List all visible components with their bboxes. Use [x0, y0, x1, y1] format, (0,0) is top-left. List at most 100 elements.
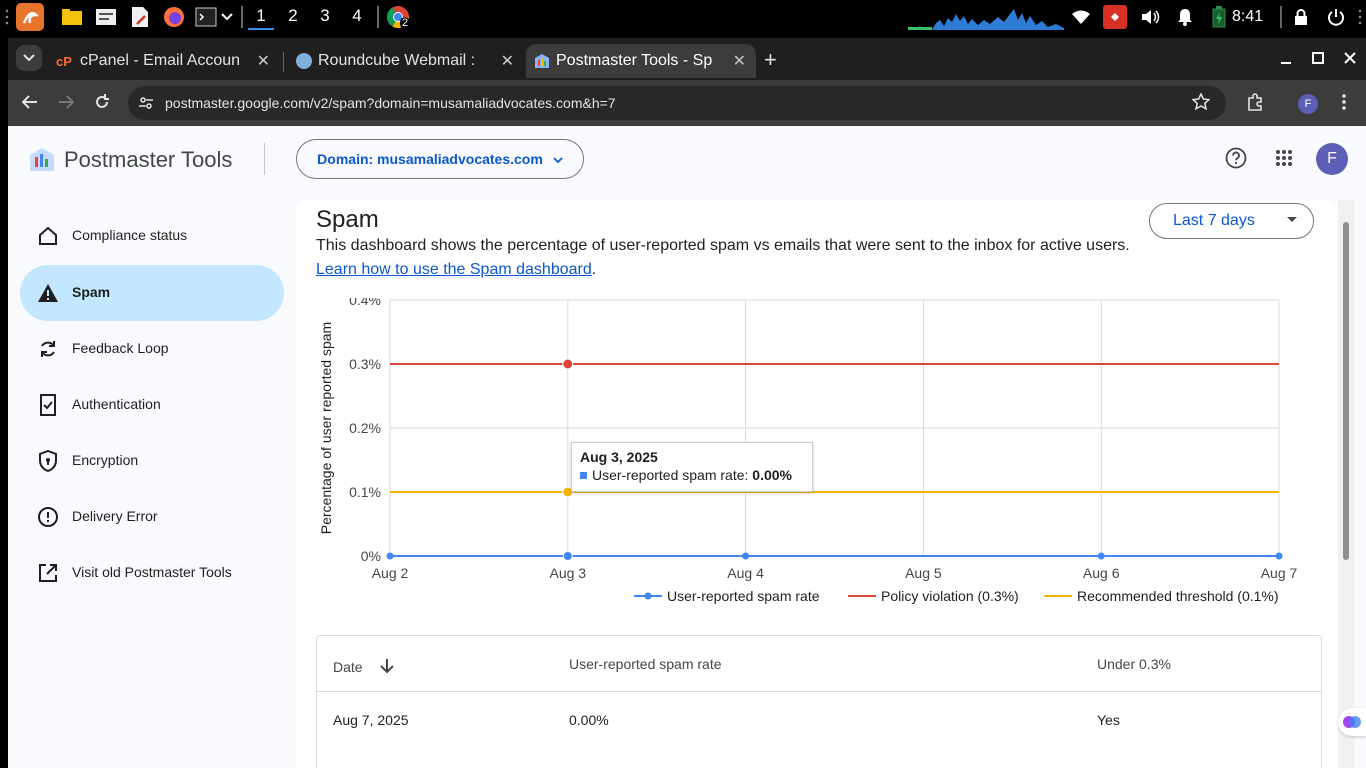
tab-cpanel[interactable]: cP cPanel - Email Accoun ✕	[48, 44, 280, 78]
back-arrow-icon[interactable]	[16, 88, 44, 116]
checklist-icon	[36, 393, 60, 417]
table-cell-date: Aug 7, 2025	[333, 712, 409, 728]
sidebar-item-feedback-loop[interactable]: Feedback Loop	[20, 321, 284, 377]
taskbar-clock[interactable]: 8:41	[1232, 8, 1263, 26]
forward-arrow-icon[interactable]	[52, 88, 80, 116]
x-tick-label: Aug 2	[372, 565, 409, 581]
tab-title: Postmaster Tools - Sp	[556, 52, 713, 69]
sidebar-item-compliance-status[interactable]: Compliance status	[20, 208, 284, 264]
firefox-icon[interactable]	[162, 5, 186, 29]
column-header-spam-rate: User-reported spam rate	[569, 656, 722, 672]
date-range-select[interactable]: Last 7 days	[1149, 203, 1314, 239]
lock-icon[interactable]	[1290, 7, 1312, 27]
help-icon[interactable]	[1224, 146, 1248, 170]
notification-bell-icon[interactable]	[1174, 7, 1196, 27]
apps-grid-icon[interactable]	[1272, 146, 1296, 170]
column-header-label: Date	[333, 659, 363, 675]
chrome-taskbar-icon[interactable]: 2	[386, 5, 411, 29]
sidebar-item-visit-old-postmaster[interactable]: Visit old Postmaster Tools	[20, 545, 284, 601]
scrollbar-thumb[interactable]	[1343, 222, 1349, 560]
tooltip-value: 0.00%	[752, 467, 792, 483]
sync-icon	[36, 337, 60, 361]
legend-swatch-dot	[644, 592, 652, 600]
legend-entry: Policy violation (0.3%)	[881, 588, 1019, 604]
wifi-icon[interactable]	[1070, 7, 1092, 27]
postmaster-icon	[534, 54, 550, 68]
tab-postmaster[interactable]: Postmaster Tools - Sp ✕	[526, 44, 756, 78]
y-tick-label: 0.1%	[349, 484, 381, 500]
app-menu-icon[interactable]	[16, 3, 44, 31]
minimize-window-icon[interactable]	[1276, 48, 1296, 68]
data-point	[742, 552, 750, 560]
spam-rate-chart: 0% 0.1% 0.2% 0.3% 0.4% Aug 2 Aug 3 Aug 4 Aug 5 Au…	[318, 298, 1298, 604]
sidebar-item-label: Visit old Postmaster Tools	[72, 564, 232, 580]
workspace-1[interactable]: 1	[248, 6, 274, 30]
volume-icon[interactable]	[1140, 7, 1162, 27]
sidebar-item-label: Spam	[72, 284, 111, 300]
extensions-puzzle-icon[interactable]	[1241, 88, 1269, 116]
sidebar-item-delivery-error[interactable]: Delivery Error	[20, 489, 284, 545]
file-manager-icon[interactable]	[60, 5, 84, 29]
taskbar-chevron-down-icon[interactable]	[218, 5, 236, 29]
site-info-icon[interactable]	[138, 95, 154, 114]
sidebar-item-authentication[interactable]: Authentication	[20, 377, 284, 433]
tab-search-chevron-icon[interactable]	[16, 45, 42, 71]
network-activity-graph	[908, 8, 1064, 30]
battery-icon[interactable]	[1208, 6, 1230, 28]
text-editor-icon[interactable]	[94, 5, 118, 29]
y-axis-label: Percentage of user reported spam	[318, 322, 334, 534]
power-icon[interactable]	[1325, 7, 1347, 27]
workspace-2[interactable]: 2	[280, 6, 306, 30]
shield-icon	[36, 449, 60, 473]
new-tab-plus-icon[interactable]: +	[764, 47, 777, 73]
sidebar-item-encryption[interactable]: Encryption	[20, 433, 284, 489]
browser-toolbar: postmaster.google.com/v2/spam?domain=mus…	[8, 80, 1366, 126]
learn-more-link[interactable]: Learn how to use the Spam dashboard	[316, 261, 592, 278]
account-avatar[interactable]: F	[1316, 143, 1348, 175]
sidebar-item-label: Authentication	[72, 396, 161, 412]
table-cell-spam-rate: 0.00%	[569, 712, 609, 728]
close-tab-icon[interactable]: ✕	[733, 51, 746, 71]
page-description: This dashboard shows the percentage of u…	[316, 234, 1136, 282]
bookmark-star-icon[interactable]	[1191, 92, 1211, 114]
column-header-date[interactable]: Date	[333, 656, 395, 675]
cpanel-icon: cP	[56, 54, 72, 69]
tab-separator	[283, 52, 284, 72]
sort-arrow-down-icon[interactable]	[380, 659, 395, 677]
domain-selector[interactable]: Domain: musamaliadvocates.com	[296, 139, 584, 179]
workspace-4[interactable]: 4	[344, 6, 370, 30]
anydesk-icon[interactable]	[1103, 5, 1127, 29]
close-tab-icon[interactable]: ✕	[257, 51, 270, 71]
dropdown-caret-icon	[1287, 217, 1297, 222]
data-point	[386, 552, 394, 560]
reload-icon[interactable]	[88, 88, 116, 116]
y-tick-label: 0.3%	[349, 356, 381, 372]
hover-point	[562, 358, 574, 370]
address-bar[interactable]: postmaster.google.com/v2/spam?domain=mus…	[128, 86, 1226, 120]
taskbar-grip-right-icon	[1354, 7, 1366, 27]
warning-icon	[36, 281, 60, 305]
browser-profile-avatar[interactable]: F	[1298, 94, 1318, 114]
maximize-window-icon[interactable]	[1308, 48, 1328, 68]
taskbar-divider	[241, 6, 243, 28]
document-icon[interactable]	[128, 5, 152, 29]
postmaster-page: Postmaster Tools Domain: musamaliadvocat…	[8, 126, 1366, 768]
y-tick-label: 0%	[361, 548, 381, 564]
page-scrollbar[interactable]	[1338, 200, 1354, 768]
tab-roundcube[interactable]: Roundcube Webmail : ✕	[288, 44, 524, 78]
x-tick-label: Aug 6	[1083, 565, 1120, 581]
terminal-icon[interactable]	[194, 5, 218, 29]
browser-menu-kebab-icon[interactable]	[1330, 88, 1358, 116]
close-window-icon[interactable]	[1340, 48, 1360, 68]
chevron-down-icon	[553, 151, 563, 167]
data-point	[1097, 552, 1105, 560]
sidebar-item-spam[interactable]: Spam	[20, 265, 284, 321]
close-tab-icon[interactable]: ✕	[501, 51, 514, 71]
workspace-3[interactable]: 3	[312, 6, 338, 30]
x-tick-label: Aug 5	[905, 565, 942, 581]
open-external-icon	[36, 561, 60, 585]
header-divider	[264, 143, 265, 175]
error-icon	[36, 505, 60, 529]
gemini-icon[interactable]	[1338, 708, 1366, 736]
tooltip-date: Aug 3, 2025	[580, 449, 658, 465]
